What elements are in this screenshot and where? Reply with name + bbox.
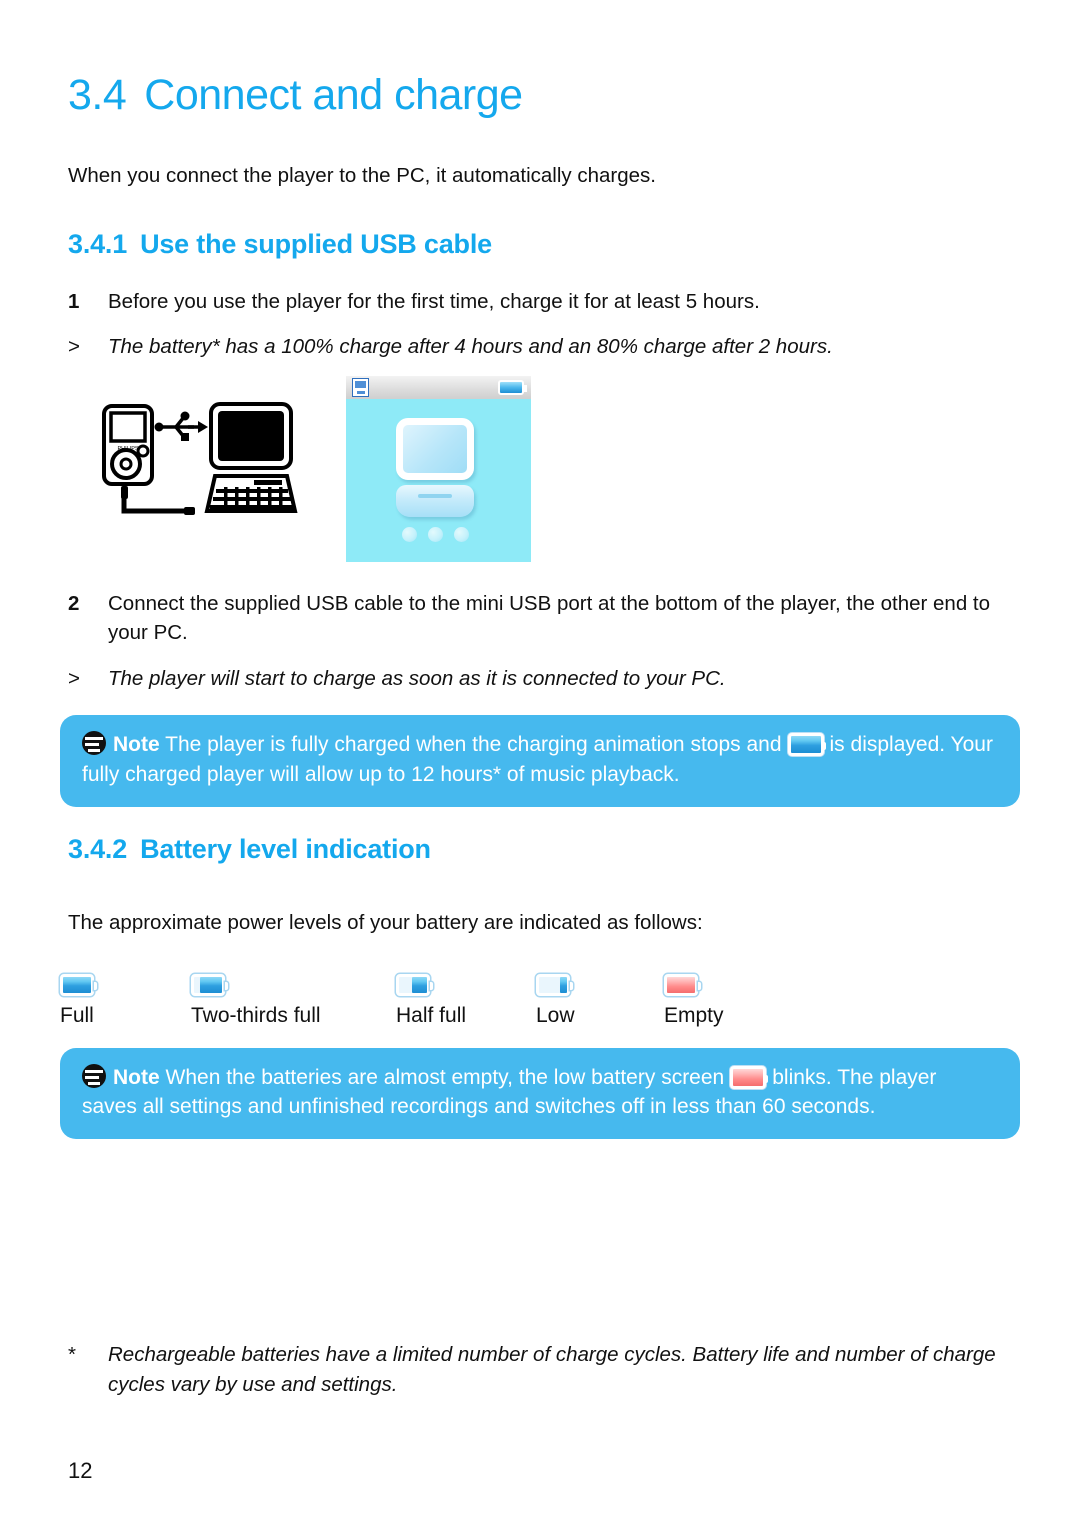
battery-intro-paragraph: The approximate power levels of your bat… (68, 911, 703, 935)
step-text: The player will start to charge as soon … (108, 666, 726, 690)
note-label: Note (113, 732, 160, 756)
footnote: * Rechargeable batteries have a limited … (68, 1340, 1020, 1399)
step-marker: > (68, 666, 80, 690)
battery-full-icon (60, 973, 97, 996)
note-icon (82, 1063, 106, 1088)
battery-half-icon (396, 973, 433, 996)
battery-level-label: Full (60, 1003, 94, 1027)
intro-paragraph: When you connect the player to the PC, i… (68, 163, 656, 187)
status-bar-usb-connect-icon (352, 377, 369, 397)
full-battery-icon (787, 732, 826, 756)
step-text: Before you use the player for the first … (108, 290, 760, 314)
note-text-before: When the batteries are almost empty, the… (165, 1065, 725, 1089)
footnote-marker: * (68, 1343, 76, 1366)
note-icon (82, 730, 106, 755)
battery-empty-icon (664, 973, 701, 996)
pc-graphic-icon (396, 417, 474, 542)
step-item: > The battery* has a 100% charge after 4… (60, 332, 1020, 361)
subsection-number-battery: 3.4.2 (68, 833, 128, 864)
subsection-heading-usb: 3.4.1 Use the supplied USB cable (60, 228, 1020, 260)
step-marker: 2 (68, 591, 80, 615)
page-number: 12 (68, 1458, 93, 1483)
step-item: 1 Before you use the player for the firs… (60, 287, 1020, 316)
battery-level-icon-row (60, 973, 1020, 1004)
step-marker: > (68, 335, 80, 359)
step-text: The battery* has a 100% charge after 4 h… (108, 335, 833, 359)
footnote-text: Rechargeable batteries have a limited nu… (108, 1343, 996, 1396)
note-label: Note (113, 1065, 160, 1089)
note-text-before: The player is fully charged when the cha… (165, 732, 782, 756)
section-title: Connect and charge (144, 71, 523, 119)
step-text: Connect the supplied USB cable to the mi… (108, 591, 991, 644)
subsection-title-battery: Battery level indication (140, 833, 431, 864)
section-number: 3.4 (68, 71, 127, 119)
document-page: 3.4 Connect and charge When you connect t… (0, 0, 1080, 1527)
step-marker: 1 (68, 290, 80, 314)
note-box-low-battery: Note When the batteries are almost empty… (60, 1047, 1020, 1140)
player-pc-lineart-icon: PHILIPS (98, 398, 303, 528)
empty-battery-icon (730, 1065, 769, 1089)
subsection-title-usb: Use the supplied USB cable (140, 228, 492, 259)
battery-level-label: Low (536, 1003, 575, 1027)
subsection-number-usb: 3.4.1 (68, 228, 128, 259)
status-bar-battery-icon (498, 379, 527, 395)
battery-low-icon (536, 973, 573, 996)
battery-level-label: Two-thirds full (191, 1003, 321, 1027)
note-box-charging: Note The player is fully charged when th… (60, 714, 1020, 807)
page-title: 3.4 Connect and charge (60, 0, 1020, 119)
battery-two-thirds-icon (191, 973, 228, 996)
connect-illustration-group: PHILIPS (60, 375, 1020, 571)
battery-level-label-row: Full Two-thirds full Half full Low Empty (60, 1004, 1020, 1034)
player-statusbar (346, 375, 531, 399)
step-item: > The player will start to charge as soo… (60, 664, 1020, 693)
step-item: 2 Connect the supplied USB cable to the … (60, 589, 1020, 647)
battery-level-label: Half full (396, 1003, 467, 1027)
player-screen-screenshot (346, 375, 531, 562)
battery-level-label: Empty (664, 1003, 724, 1027)
subsection-heading-battery: 3.4.2 Battery level indication (60, 833, 1020, 865)
